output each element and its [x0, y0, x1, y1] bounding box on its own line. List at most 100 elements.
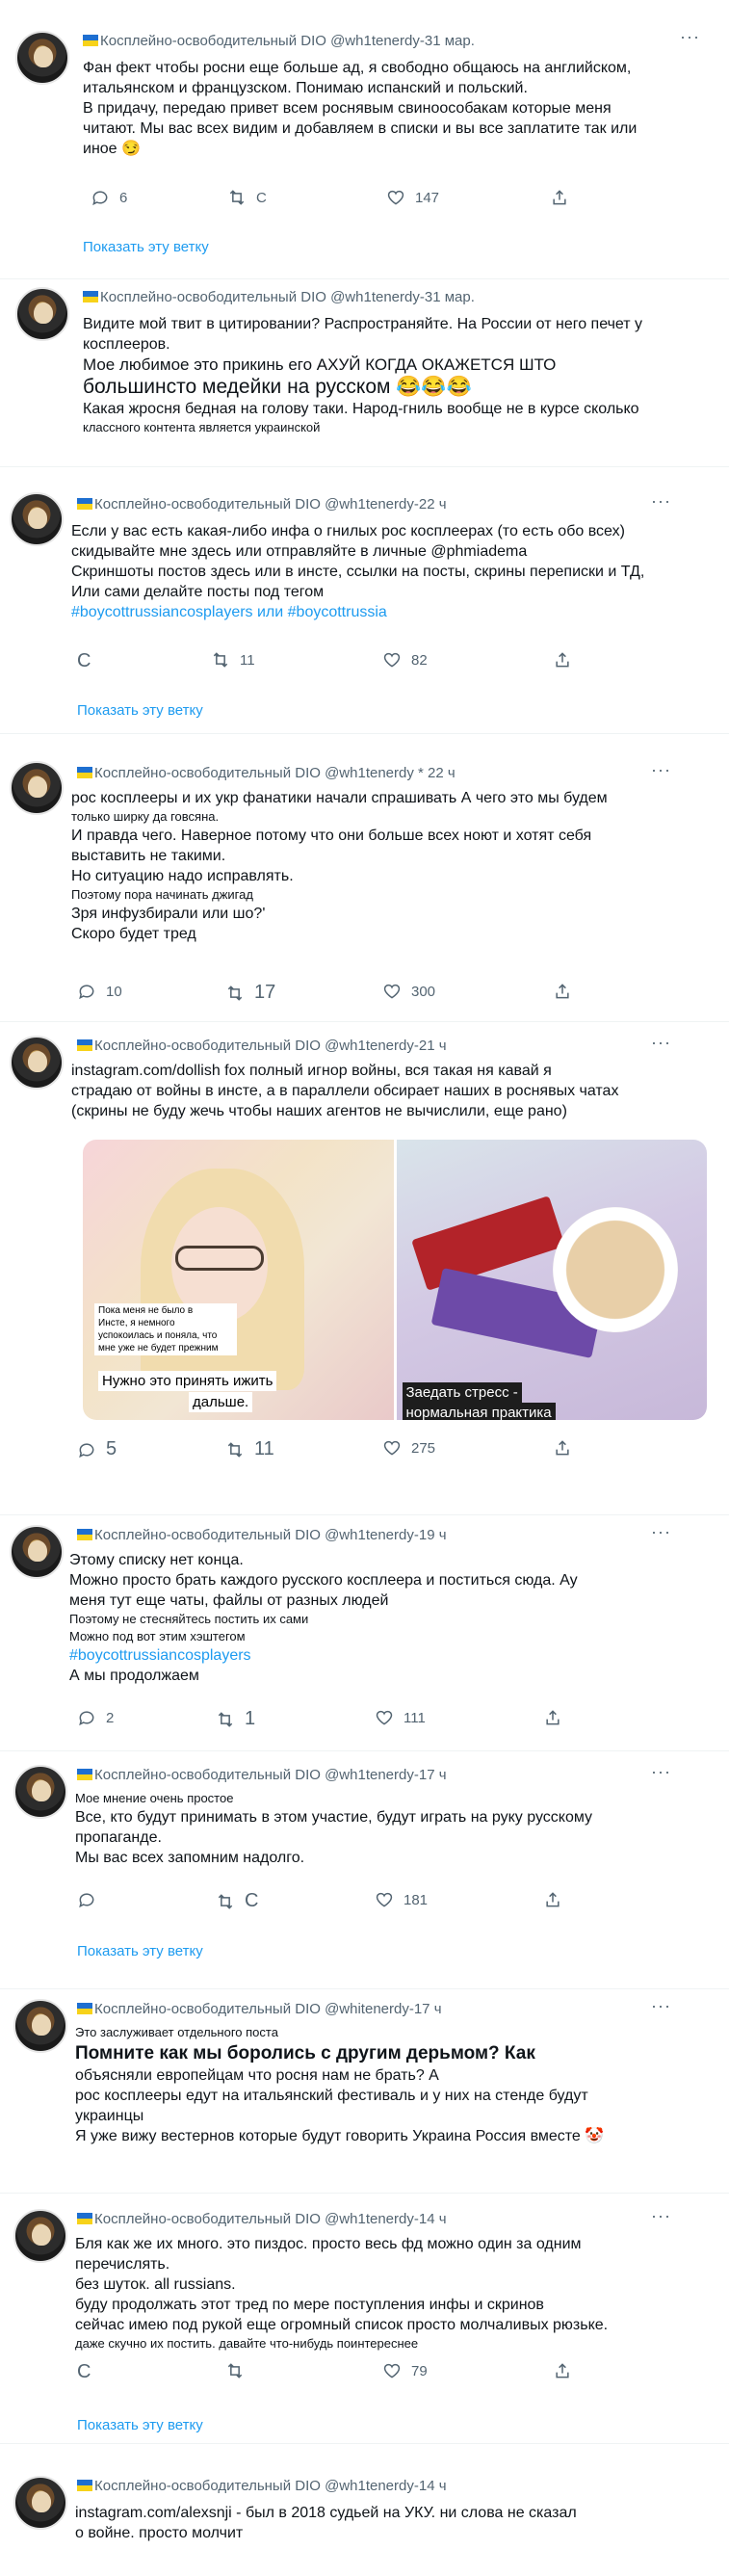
- reply-button[interactable]: 2: [77, 1708, 114, 1727]
- hashtag-link[interactable]: #boycottrussiancosplayers: [69, 1645, 706, 1666]
- ukraine-flag-icon: [77, 1529, 92, 1540]
- reply-button[interactable]: C: [77, 650, 91, 672]
- reply-button[interactable]: C: [77, 2361, 91, 2383]
- avatar[interactable]: [15, 287, 69, 341]
- tweet-header: Косплейно-освободительный DIO @wh1tenerd…: [77, 1038, 447, 1054]
- tweet[interactable]: Косплейно-освободительный DIO @wh1tenerd…: [0, 1024, 729, 1515]
- retweet-icon: [227, 2363, 243, 2379]
- retweet-button[interactable]: 11: [225, 1438, 274, 1460]
- more-icon[interactable]: ···: [651, 1762, 671, 1782]
- like-button[interactable]: 300: [382, 982, 435, 1001]
- tweet-text: Этому списку нет конца. Можно просто бра…: [69, 1550, 706, 1686]
- reply-button[interactable]: [77, 1890, 106, 1909]
- ukraine-flag-icon: [77, 498, 92, 510]
- tweet[interactable]: Косплейно-освободительный DIO @wh1tenerd…: [0, 2445, 729, 2576]
- divider: [0, 733, 729, 734]
- like-button[interactable]: 147: [386, 188, 439, 207]
- share-button[interactable]: [550, 188, 569, 207]
- tweet-header: Косплейно-освободительный DIO @wh1tenerd…: [77, 1527, 447, 1543]
- tweet-actions: C 11 82: [71, 650, 611, 673]
- tweet-header: Косплейно-освободительный DIO @wh1tenerd…: [77, 1767, 447, 1783]
- heart-icon: [383, 652, 401, 668]
- share-icon: [546, 1710, 560, 1725]
- share-icon: [556, 2363, 569, 2379]
- photo-selfie[interactable]: Пока меня не было в Инсте, я немного усп…: [83, 1140, 394, 1420]
- retweet-button[interactable]: 11: [211, 650, 255, 670]
- more-icon[interactable]: ···: [651, 1996, 671, 2016]
- tweet[interactable]: Косплейно-освободительный DIO @wh1tenerd…: [0, 748, 729, 1022]
- retweet-button[interactable]: 1: [216, 1708, 255, 1730]
- tweet[interactable]: Косплейно-освободительный DIO @wh1tenerd…: [0, 0, 729, 279]
- share-button[interactable]: [553, 1438, 572, 1458]
- retweet-icon: [227, 985, 243, 1001]
- tweet-header: Косплейно-освободительный DIO @wh1tenerd…: [77, 765, 456, 781]
- retweet-icon: [213, 652, 228, 668]
- reply-button[interactable]: 10: [77, 982, 122, 1001]
- reply-button[interactable]: 5: [77, 1438, 117, 1460]
- reply-icon: [79, 1711, 94, 1726]
- like-button[interactable]: 79: [382, 2361, 428, 2380]
- show-thread-link[interactable]: Показать эту ветку: [83, 239, 209, 255]
- retweet-button[interactable]: С: [227, 188, 267, 207]
- divider: [0, 2443, 729, 2444]
- show-thread-link[interactable]: Показать эту ветку: [77, 2417, 203, 2433]
- photo-grid[interactable]: Пока меня не было в Инсте, я немного усп…: [83, 1140, 707, 1420]
- tweet-actions: 2 1 111: [71, 1708, 611, 1731]
- tweet-text: Бля как же их много. это пиздос. просто …: [75, 2236, 609, 2351]
- avatar[interactable]: [13, 1999, 67, 2053]
- more-icon[interactable]: ···: [651, 760, 671, 780]
- share-button[interactable]: [553, 650, 572, 670]
- tweet-actions: 10 17 300: [71, 982, 611, 1005]
- tweet-text: Видите мой твит в цитировании? Распростр…: [83, 316, 643, 434]
- more-icon[interactable]: ···: [680, 27, 700, 47]
- heart-icon: [383, 2363, 401, 2379]
- avatar[interactable]: [10, 1036, 64, 1090]
- share-button[interactable]: [543, 1890, 562, 1909]
- tweet[interactable]: Косплейно-освободительный DIO @whitenerd…: [0, 1989, 729, 2194]
- show-thread-link[interactable]: Показать эту ветку: [77, 1943, 203, 1959]
- more-icon[interactable]: ···: [651, 491, 671, 512]
- avatar[interactable]: [15, 31, 69, 85]
- photo-snacks[interactable]: Заедать стресс - нормальная практика: [396, 1140, 707, 1420]
- tweet-text: Это заслуживает отдельного поста Помните…: [75, 2025, 605, 2144]
- tweet-actions: С 181: [71, 1890, 611, 1913]
- more-icon[interactable]: ···: [651, 1522, 671, 1542]
- avatar[interactable]: [10, 492, 64, 546]
- glasses-icon: [175, 1246, 264, 1271]
- share-button[interactable]: [553, 2361, 572, 2380]
- share-button[interactable]: [553, 982, 572, 1001]
- retweet-icon: [227, 1441, 243, 1458]
- more-icon[interactable]: ···: [651, 2206, 671, 2226]
- tweet-header: Косплейно-освободительный DIO @whitenerd…: [77, 2001, 442, 2017]
- heart-icon: [383, 984, 401, 999]
- hashtag-link[interactable]: #boycottrussiancosplayers или #boycottru…: [71, 602, 706, 622]
- like-button[interactable]: 181: [375, 1890, 428, 1909]
- retweet-button[interactable]: 17: [225, 982, 275, 1004]
- retweet-button[interactable]: [225, 2361, 254, 2380]
- show-thread-link[interactable]: Показать эту ветку: [77, 702, 203, 719]
- reply-button[interactable]: 6: [91, 188, 127, 207]
- tweet-actions: 6 С 147: [83, 188, 622, 211]
- avatar[interactable]: [10, 1525, 64, 1579]
- ukraine-flag-icon: [77, 1039, 92, 1051]
- tweet[interactable]: Косплейно-освободительный DIO @wh1tenerd…: [0, 279, 729, 467]
- like-button[interactable]: 82: [382, 650, 428, 670]
- retweet-button[interactable]: С: [216, 1890, 258, 1912]
- tweet[interactable]: Косплейно-освободительный DIO @wh1tenerd…: [0, 1753, 729, 1989]
- avatar[interactable]: [10, 761, 64, 815]
- photo-caption: нормальная практика: [402, 1403, 556, 1420]
- tweet[interactable]: Косплейно-освободительный DIO @wh1tenerd…: [0, 479, 729, 734]
- heart-icon: [383, 1440, 401, 1456]
- share-button[interactable]: [543, 1708, 562, 1727]
- ukraine-flag-icon: [77, 2480, 92, 2491]
- more-icon[interactable]: ···: [651, 1033, 671, 1053]
- tweet[interactable]: Косплейно-освободительный DIO @wh1tenerd…: [0, 1515, 729, 1751]
- share-icon: [546, 1892, 560, 1907]
- avatar[interactable]: [13, 1765, 67, 1819]
- retweet-icon: [229, 190, 245, 205]
- like-button[interactable]: 275: [382, 1438, 435, 1458]
- tweet[interactable]: Косплейно-освободительный DIO @wh1tenerd…: [0, 2194, 729, 2444]
- like-button[interactable]: 111: [375, 1708, 426, 1727]
- avatar[interactable]: [13, 2209, 67, 2263]
- avatar[interactable]: [13, 2476, 67, 2530]
